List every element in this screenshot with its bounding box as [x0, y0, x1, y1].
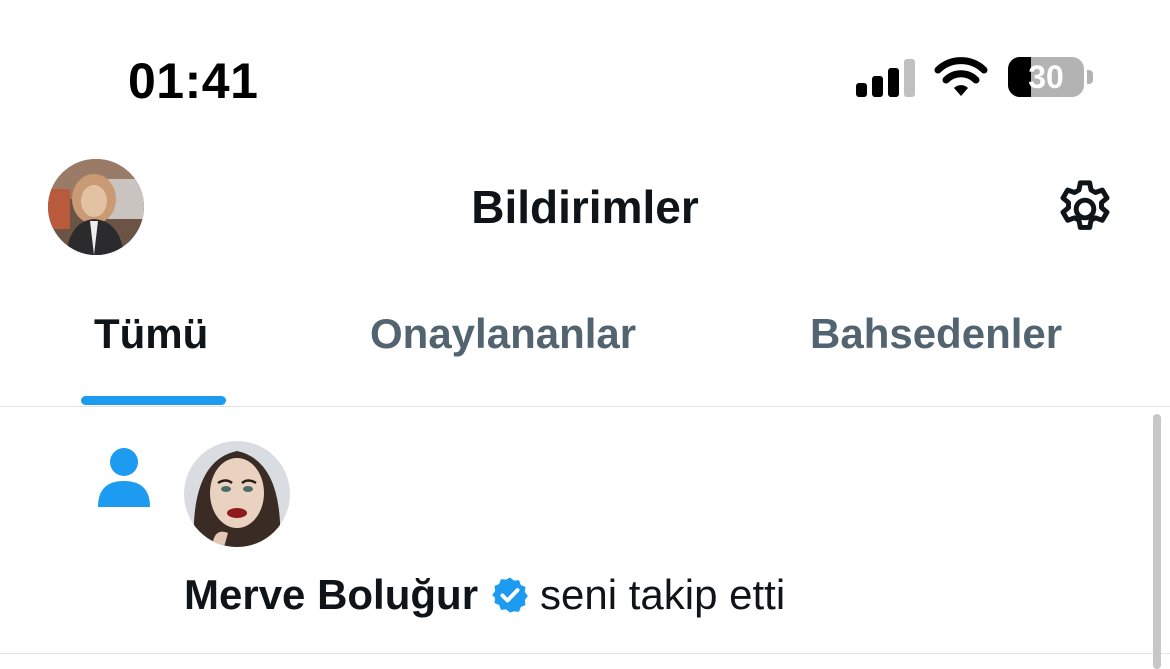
tab-mentions[interactable]: Bahsedenler	[810, 310, 1062, 358]
status-bar: 01:41 30	[0, 0, 1170, 150]
battery-icon: 30	[1008, 57, 1094, 99]
gear-icon[interactable]	[1052, 176, 1118, 242]
scrollbar[interactable]	[1153, 414, 1161, 669]
person-icon	[98, 448, 150, 507]
page-title: Bildirimler	[471, 181, 699, 233]
top-app-bar: Bildirimler	[0, 150, 1170, 270]
notification-action: seni takip etti	[540, 571, 786, 618]
notification-item[interactable]: Merve Boluğur seni takip etti	[0, 407, 1170, 654]
cellular-signal-icon	[856, 59, 915, 97]
status-time: 01:41	[128, 53, 259, 109]
verified-badge-icon	[492, 577, 528, 613]
wifi-icon	[934, 57, 988, 96]
user-name[interactable]: Merve Boluğur	[184, 571, 478, 619]
user-avatar-image	[184, 441, 290, 547]
active-tab-indicator	[81, 396, 226, 405]
battery-level: 30	[1028, 59, 1064, 95]
user-avatar[interactable]	[184, 441, 290, 547]
notification-tabs: Tümü Onaylananlar Bahsedenler	[0, 290, 1170, 407]
notification-text: Merve Boluğur seni takip etti	[184, 571, 785, 619]
tab-verified[interactable]: Onaylananlar	[370, 310, 636, 358]
tab-all[interactable]: Tümü	[94, 310, 208, 358]
